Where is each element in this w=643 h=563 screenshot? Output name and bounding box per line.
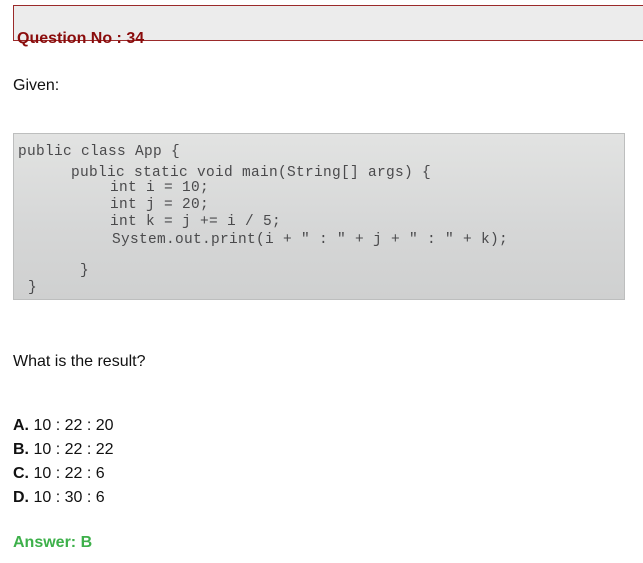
option-letter: A. [13,417,29,434]
code-line: } [80,263,90,279]
option-letter: B. [13,441,29,458]
code-line: int j = 20; [110,197,210,213]
code-line: public class App { [18,144,181,160]
option-b: B. 10 : 22 : 22 [13,438,114,462]
given-label: Given: [13,77,60,94]
page: Question No : 34 Given: public class App… [0,0,643,563]
option-letter: C. [13,465,29,482]
option-text: 10 : 22 : 20 [33,417,114,434]
option-letter: D. [13,489,29,506]
answer-text: Answer: B [13,534,93,551]
option-c: C. 10 : 22 : 6 [13,462,114,486]
code-line: } [28,280,38,296]
code-line: int k = j += i / 5; [110,214,282,230]
question-prompt: What is the result? [13,353,146,370]
option-d: D. 10 : 30 : 6 [13,486,114,510]
code-line: int i = 10; [110,180,210,196]
question-title: Question No : 34 [17,30,145,47]
option-a: A. 10 : 22 : 20 [13,414,114,438]
code-line: System.out.print(i + " : " + j + " : " +… [112,232,509,248]
option-text: 10 : 30 : 6 [33,489,105,506]
code-snippet-image: public class App { public static void ma… [13,133,625,300]
question-header: Question No : 34 [13,5,643,47]
option-text: 10 : 22 : 6 [33,465,105,482]
code-line: public static void main(String[] args) { [71,165,432,181]
answer-options: A. 10 : 22 : 20 B. 10 : 22 : 22 C. 10 : … [13,414,114,510]
option-text: 10 : 22 : 22 [33,441,114,458]
